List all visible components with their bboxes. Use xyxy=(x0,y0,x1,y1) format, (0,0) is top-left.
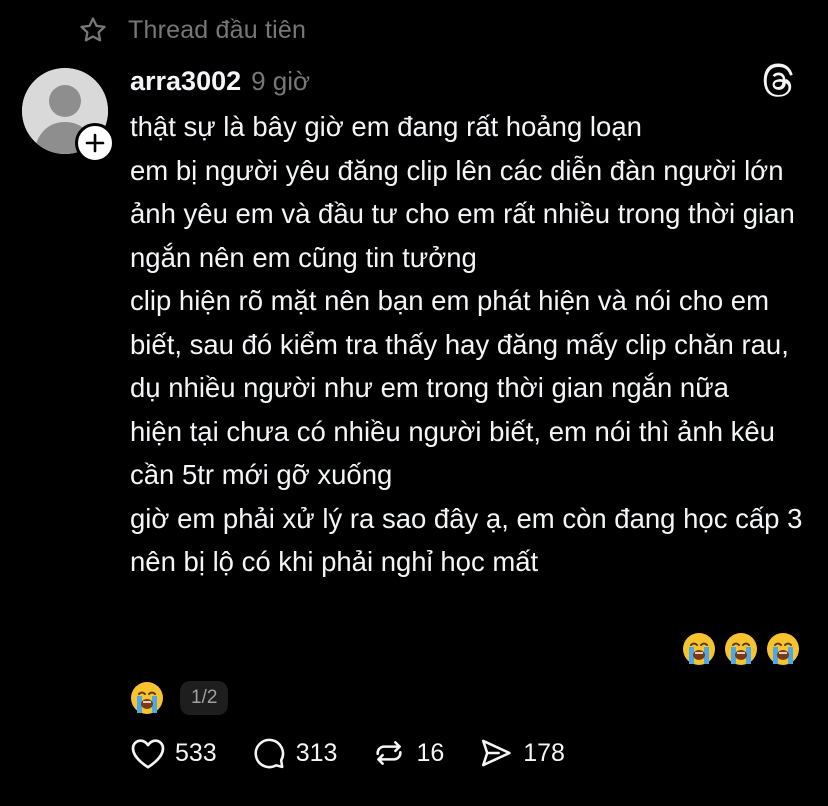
follow-button[interactable] xyxy=(75,123,115,163)
repost-button[interactable]: 16 xyxy=(371,736,444,770)
emoji-row: 1/2 xyxy=(130,678,229,718)
heart-icon xyxy=(131,739,165,769)
repost-icon xyxy=(376,741,403,765)
post-paragraph: hiện tại chưa có nhiều người biết, em nó… xyxy=(130,415,775,491)
send-icon xyxy=(482,739,511,767)
inline-emojis xyxy=(682,632,800,666)
share-button[interactable]: 178 xyxy=(478,736,565,770)
username-link[interactable]: arra3002 xyxy=(130,61,241,101)
repost-count: 16 xyxy=(416,738,445,767)
star-icon xyxy=(78,15,108,45)
post-header: arra3002 9 giờ xyxy=(130,61,310,101)
post-timestamp[interactable]: 9 giờ xyxy=(251,61,310,101)
post-paragraph: clip hiện rõ mặt nên bạn em phát hiện và… xyxy=(130,285,789,403)
pinned-indicator: Thread đầu tiên xyxy=(78,12,306,48)
post-body: thật sự là bây giờ em đang rất hoảng loạ… xyxy=(130,105,820,584)
loudly-crying-face-icon xyxy=(682,632,716,666)
reply-count: 313 xyxy=(295,738,338,767)
threads-logo-icon xyxy=(760,62,796,100)
avatar-container[interactable] xyxy=(22,68,115,163)
post-paragraph: giờ em phải xử lý ra sao đây ạ, em còn đ… xyxy=(130,502,803,578)
loudly-crying-face-icon xyxy=(130,681,164,715)
like-button[interactable]: 533 xyxy=(130,736,217,770)
post-paragraph: ảnh yêu em và đầu tư cho em rất nhiều tr… xyxy=(130,198,795,273)
pinned-label: Thread đầu tiên xyxy=(128,15,307,44)
post-paragraph: thật sự là bây giờ em đang rất hoảng loạ… xyxy=(130,111,642,142)
loudly-crying-face-icon xyxy=(766,632,800,666)
post-paragraph: em bị người yêu đăng clip lên các diễn đ… xyxy=(130,154,784,186)
share-count: 178 xyxy=(523,738,565,767)
action-bar: 533 313 16 178 xyxy=(130,733,599,773)
comment-icon xyxy=(254,738,284,769)
reply-button[interactable]: 313 xyxy=(251,736,338,770)
page-indicator: 1/2 xyxy=(180,681,229,715)
plus-icon xyxy=(85,133,105,153)
loudly-crying-face-icon xyxy=(724,632,758,666)
like-count: 533 xyxy=(175,738,217,767)
